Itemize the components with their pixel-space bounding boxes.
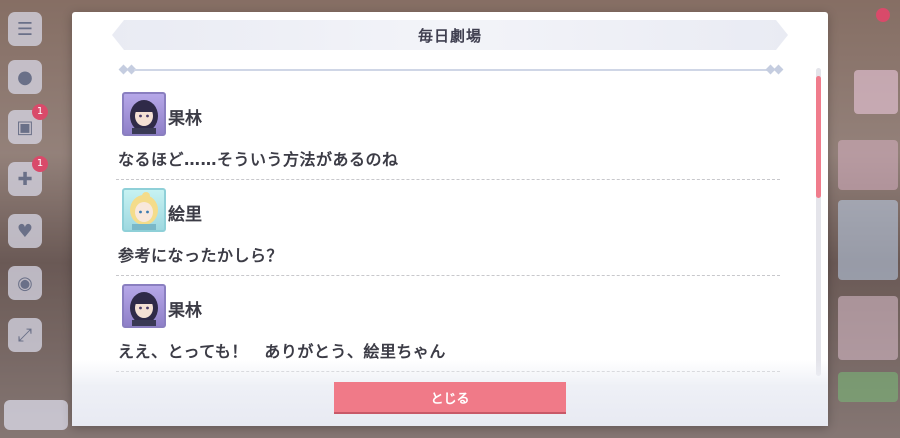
right-menu-rail xyxy=(828,0,900,438)
fullscreen-button[interactable]: ⤢ xyxy=(8,318,42,352)
add-currency-button[interactable] xyxy=(876,8,890,22)
right-event-button[interactable] xyxy=(854,70,898,114)
notification-badge: 1 xyxy=(32,156,48,172)
heart-button[interactable]: ♥ xyxy=(8,214,42,248)
dialogue-line: ええ、とっても！ ありがとう、絵里ちゃん xyxy=(118,342,446,361)
karin-portrait-icon xyxy=(130,100,158,134)
eli-avatar xyxy=(122,188,166,232)
speaker-name: 果林 xyxy=(168,301,202,321)
dialogue-entry: 絵里 参考になったかしら？ xyxy=(116,180,780,276)
right-banner-4[interactable] xyxy=(838,372,898,402)
karin-avatar xyxy=(122,284,166,328)
divider-ornament xyxy=(118,64,784,76)
dialogue-log[interactable]: 果林 なるほど……そういう方法があるのね 絵里 参考になったかしら？ 果林 ええ… xyxy=(116,84,780,372)
gift-icon: ✚ xyxy=(17,168,33,190)
speech-bubble-icon: ● xyxy=(17,66,33,88)
ornament-line xyxy=(134,69,768,71)
ornament-diamond xyxy=(773,64,784,75)
bottom-left-button[interactable] xyxy=(4,400,68,430)
eli-portrait-icon xyxy=(130,192,158,230)
people-icon: ◉ xyxy=(17,272,33,294)
right-banner-2[interactable] xyxy=(838,200,898,280)
hamburger-menu-button[interactable]: ☰ xyxy=(8,12,42,46)
heart-icon: ♥ xyxy=(16,220,34,242)
scrollbar-thumb[interactable] xyxy=(816,76,821,198)
menu-icon: ☰ xyxy=(16,18,34,40)
dialogue-line: なるほど……そういう方法があるのね xyxy=(118,150,399,169)
members-button[interactable]: ◉ xyxy=(8,266,42,300)
left-menu-rail: ☰ ● ▣ 1 ✚ 1 ♥ ◉ ⤢ xyxy=(0,0,68,438)
dialog-title: 毎日劇場 xyxy=(417,26,482,45)
right-banner-3[interactable] xyxy=(838,296,898,360)
chat-button[interactable]: ● xyxy=(8,60,42,94)
daily-theater-dialog: 毎日劇場 果林 なるほど……そういう方法があるのね 絵里 参考になったかしら？ … xyxy=(72,12,828,426)
karin-portrait-icon xyxy=(130,292,158,326)
close-button[interactable]: とじる xyxy=(334,382,566,412)
dialogue-line: 参考になったかしら？ xyxy=(118,246,284,265)
karin-avatar xyxy=(122,92,166,136)
right-banner-1[interactable] xyxy=(838,140,898,190)
expand-icon: ⤢ xyxy=(17,324,33,346)
title-banner: 毎日劇場 xyxy=(112,20,788,50)
speaker-name: 絵里 xyxy=(168,205,202,225)
speaker-name: 果林 xyxy=(168,109,202,129)
notification-badge: 1 xyxy=(32,104,48,120)
dialogue-entry: 果林 ええ、とっても！ ありがとう、絵里ちゃん xyxy=(116,276,780,372)
dialogue-entry: 果林 なるほど……そういう方法があるのね xyxy=(116,84,780,180)
gift-box-icon: ▣ xyxy=(16,116,34,138)
